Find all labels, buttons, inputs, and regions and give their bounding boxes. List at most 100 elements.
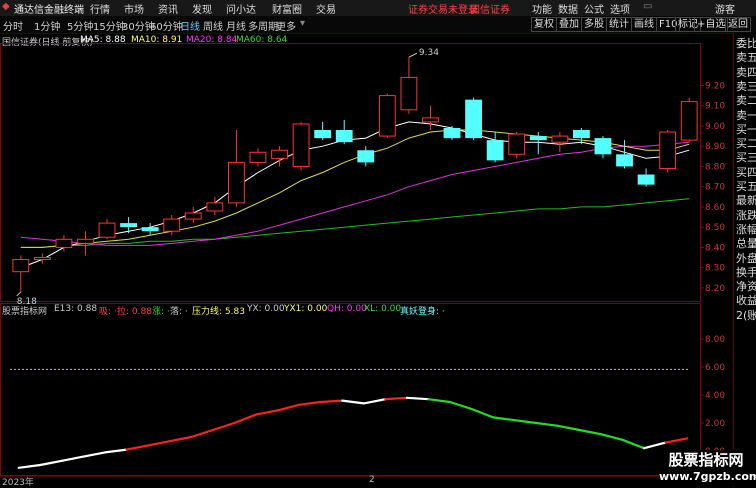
price-tick-label: 9.10 [705,102,725,112]
candle-body [206,202,224,212]
axis-labels: 9.20 9.10 9.00 8.90 8.80 8.70 8.60 8.50 8.40 8.30… [16,48,725,457]
period-more[interactable]: 更多 [276,18,296,33]
price-tick-label: 9.00 [705,122,725,132]
candle-body [659,131,677,169]
indicator-segment [427,398,452,404]
candle-body [529,136,547,141]
menu-options[interactable]: 选项 [610,1,630,16]
candle-body [357,150,375,163]
indicator-segment [297,400,322,406]
low-marker-label: 8.18 [17,297,37,307]
draw-line-button[interactable]: 画线 [631,17,657,32]
indicator-segment [599,433,624,441]
indicator-segment [535,421,559,427]
indicator-segment [125,444,150,451]
candle-body [184,212,202,220]
guest-label[interactable]: 游客 [715,1,735,16]
moving-averages [20,121,690,269]
period-60min[interactable]: 60分钟 [150,18,183,33]
ma10-line [20,129,690,248]
title-bar: ◆ 通达信金融终端 行情 市场 资讯 发现 问小达 财富圈 交易 证券交易未登录… [0,0,756,16]
period-toolbar: 分时 1分钟 5分钟 15分钟 30分钟 60分钟 日线 周线 月线 多周期 更… [0,16,756,34]
indicator-segment [190,428,214,439]
low-marker-line [16,291,22,297]
period-tick[interactable]: 分时 [3,18,23,33]
menu-news[interactable]: 资讯 [158,1,178,16]
menu-discover[interactable]: 发现 [192,1,212,16]
indicator-segment [341,399,365,405]
price-tick-label: 8.60 [705,203,725,213]
dropdown-arrow-icon[interactable]: ▾ [300,18,305,29]
period-multi[interactable]: 多周期 [248,18,278,33]
indicator-segment [82,451,107,458]
candle-body [465,99,483,139]
overlay-button[interactable]: 叠加 [556,17,582,32]
indicator-segment [470,407,495,419]
candlesticks [12,57,698,292]
candle-body [314,130,332,139]
candle-body [77,238,94,244]
menu-quotes[interactable]: 行情 [90,1,110,16]
candle-body [12,259,30,273]
indicator-tick-label: 2.00 [705,419,725,429]
period-daily[interactable]: 日线 [180,18,200,33]
menu-formula[interactable]: 公式 [584,1,604,16]
period-weekly[interactable]: 周线 [203,18,223,33]
menu-wealth[interactable]: 财富圈 [272,1,302,16]
high-marker-label: 9.34 [419,48,439,58]
price-tick-label: 8.70 [705,183,725,193]
price-tick-label: 9.20 [705,81,725,91]
candle-body [271,149,288,159]
watermark: 股票指标网 www.7gpzb.com [659,450,756,486]
candle-body [443,127,461,139]
indicator-segment [621,438,646,450]
indicator-segment [147,440,171,447]
menu-trade[interactable]: 交易 [316,1,336,16]
app-name: 通达信金融终端 [14,5,84,16]
period-monthly[interactable]: 月线 [226,18,246,33]
indicator-segment [17,463,42,469]
chart-frame [0,43,733,477]
indicator-segment [556,424,581,432]
add-watchlist-button[interactable]: +自选 [694,17,729,32]
indicator-segment [233,413,258,425]
statistics-button[interactable]: 统计 [606,17,632,32]
window-control-icon[interactable]: ▭ [643,1,652,12]
indicator-segment [642,441,667,450]
menu-market[interactable]: 市场 [124,1,144,16]
menu-function[interactable]: 功能 [532,1,552,16]
indicator-segment [578,428,603,436]
price-tick-label: 8.20 [705,284,725,294]
candle-body [163,218,181,232]
ma20-line [20,141,690,246]
period-5min[interactable]: 5分钟 [67,18,93,33]
adjust-button[interactable]: 复权 [531,17,557,32]
indicator-segment [254,409,279,416]
trade-login-notice[interactable]: 证券交易未登录 [408,1,478,16]
app-logo-icon: ◆ [2,1,10,12]
indicator-segment [168,435,193,443]
indicator-segment [103,448,128,454]
price-tick-label: 8.90 [705,142,725,152]
high-marker-line [408,52,418,58]
menu-ask[interactable]: 问小达 [226,1,256,16]
candle-body [378,95,396,137]
price-tick-label: 8.40 [705,243,725,253]
candle-body [486,140,504,161]
indicator-segment [405,396,430,401]
indicator-segment [276,403,301,412]
period-15min[interactable]: 15分钟 [93,18,126,33]
indicator-frame [0,303,701,476]
candle-body [227,161,245,204]
price-tick-label: 8.30 [705,264,725,274]
candle-body [249,151,267,163]
indicator-segment [492,416,516,422]
candle-body [680,101,698,141]
candle-body [551,135,569,143]
chart-area[interactable]: 9.20 9.10 9.00 8.90 8.80 8.70 8.60 8.50 8.40 8.30… [0,33,733,487]
menu-data[interactable]: 数据 [558,1,578,16]
candle-body [594,138,612,155]
period-1min[interactable]: 1分钟 [34,18,60,33]
multi-stock-button[interactable]: 多股 [581,17,607,32]
back-button[interactable]: 返回 [725,17,751,32]
